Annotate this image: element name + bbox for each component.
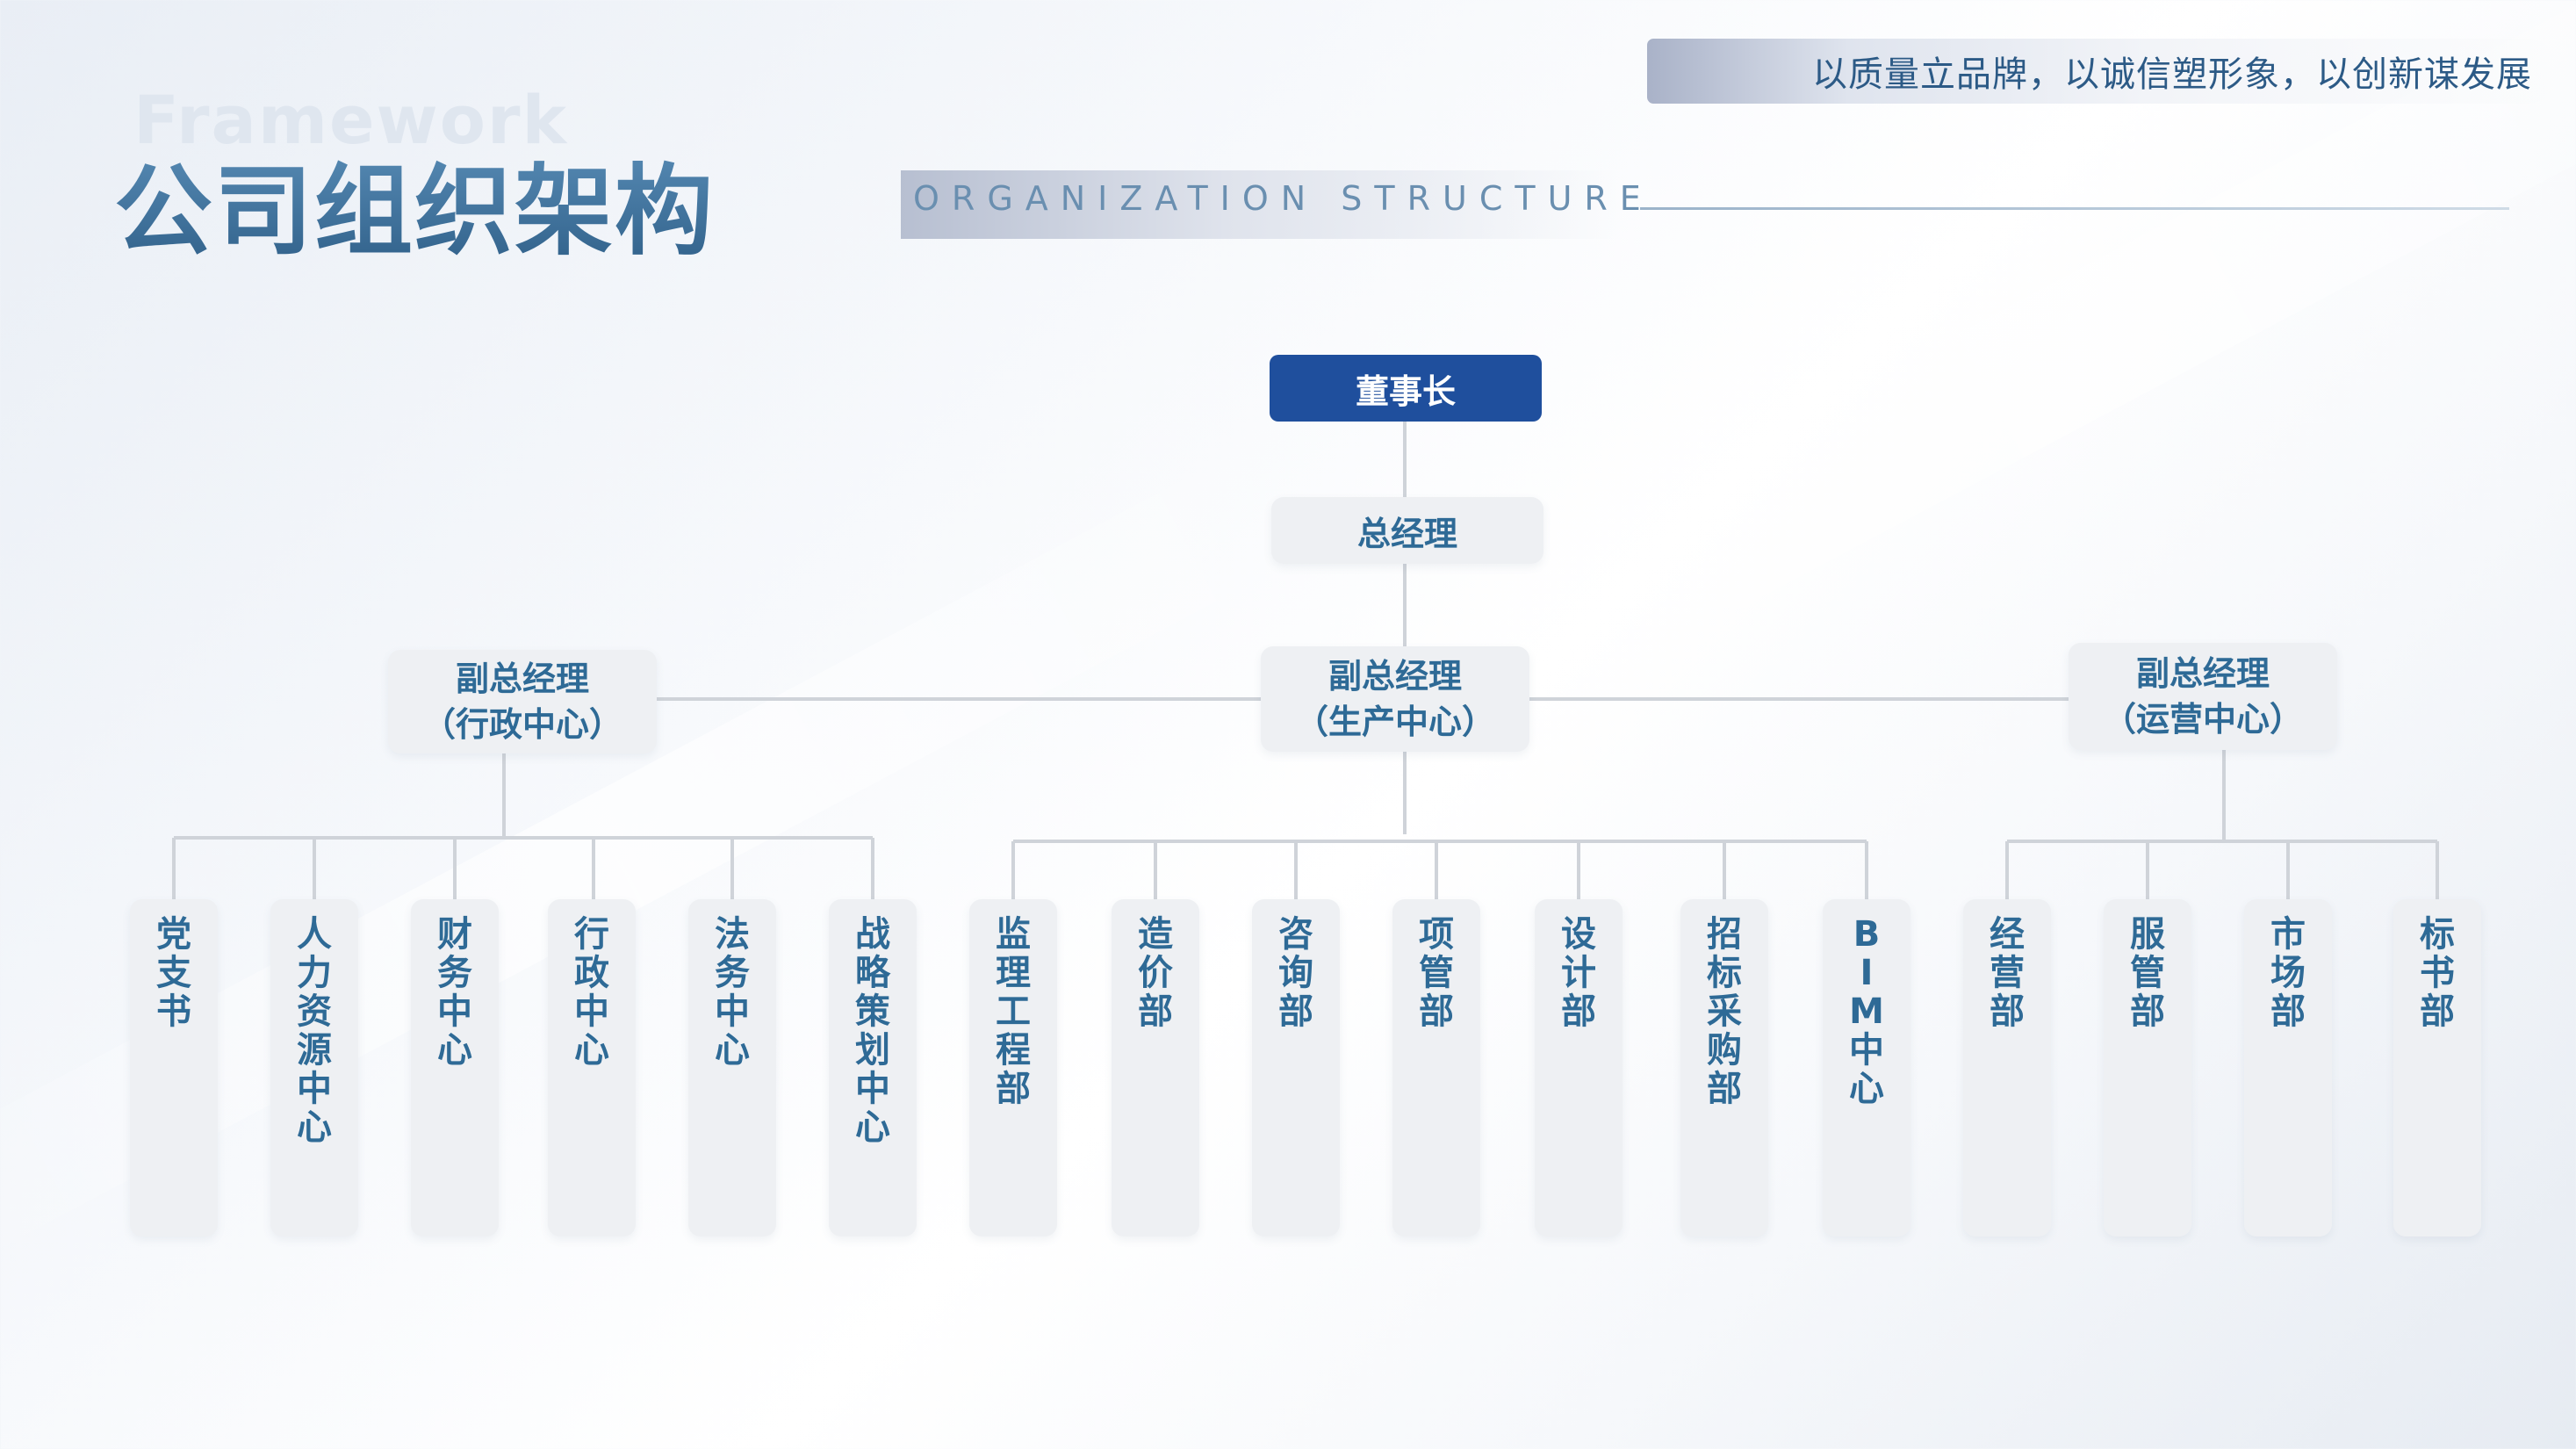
node-vp-production: 副总经理 （生产中心） [1261,646,1529,752]
dept-box: 监理工程部 [969,899,1057,1236]
node-chairman-label: 董事长 [1355,371,1456,411]
dept-label: 咨询部 [1278,914,1313,1032]
dept-box: 党支书 [130,899,218,1236]
dept-box: 战略策划中心 [829,899,917,1236]
dept-label: 设计部 [1561,914,1596,1032]
dept-box: 行政中心 [548,899,636,1236]
dept-label: 法务中心 [715,914,750,1071]
node-vp-admin-center: （行政中心） [421,705,622,744]
node-general-manager: 总经理 [1271,497,1543,564]
dept-box: 法务中心 [688,899,776,1236]
dept-box: 财务中心 [411,899,499,1236]
node-vp-operations-title: 副总经理 [2135,654,2270,693]
node-vp-operations: 副总经理 （运营中心） [2069,643,2337,750]
dept-label: 项管部 [1419,914,1454,1032]
dept-box: 招标采购部 [1680,899,1768,1236]
slide: 以质量立品牌，以诚信塑形象，以创新谋发展 Framework 公司组织架构 OR… [0,0,2576,1449]
dept-box: 市场部 [2244,899,2332,1236]
dept-box: BIM中心 [1823,899,1910,1236]
node-general-manager-label: 总经理 [1356,514,1457,553]
dept-box: 服管部 [2104,899,2191,1236]
dept-label: 党支书 [156,914,191,1032]
dept-box: 人力资源中心 [270,899,358,1236]
dept-label: 经营部 [1990,914,2025,1032]
node-vp-admin-title: 副总经理 [455,660,589,698]
node-chairman: 董事长 [1270,355,1542,422]
node-vp-production-center: （生产中心） [1294,703,1495,741]
dept-label: 标书部 [2420,914,2455,1032]
dept-label: 财务中心 [437,914,472,1071]
node-vp-production-title: 副总经理 [1328,657,1462,696]
dept-box: 造价部 [1112,899,1199,1236]
dept-box: 经营部 [1963,899,2051,1236]
connector-dept-drops [172,838,2439,899]
dept-box: 标书部 [2393,899,2481,1236]
dept-label: 人力资源中心 [297,914,332,1148]
dept-box: 设计部 [1535,899,1623,1236]
dept-label: 服管部 [2130,914,2165,1032]
node-vp-admin: 副总经理 （行政中心） [388,650,657,753]
dept-label: 监理工程部 [996,914,1031,1109]
dept-box: 咨询部 [1252,899,1340,1236]
node-vp-operations-center: （运营中心） [2102,700,2303,739]
dept-box: 项管部 [1392,899,1480,1236]
dept-label: 市场部 [2270,914,2306,1032]
dept-label: 战略策划中心 [855,914,890,1148]
dept-label: 招标采购部 [1707,914,1742,1109]
dept-label: BIM中心 [1849,914,1884,1109]
dept-label: 行政中心 [574,914,609,1071]
dept-label: 造价部 [1138,914,1173,1032]
